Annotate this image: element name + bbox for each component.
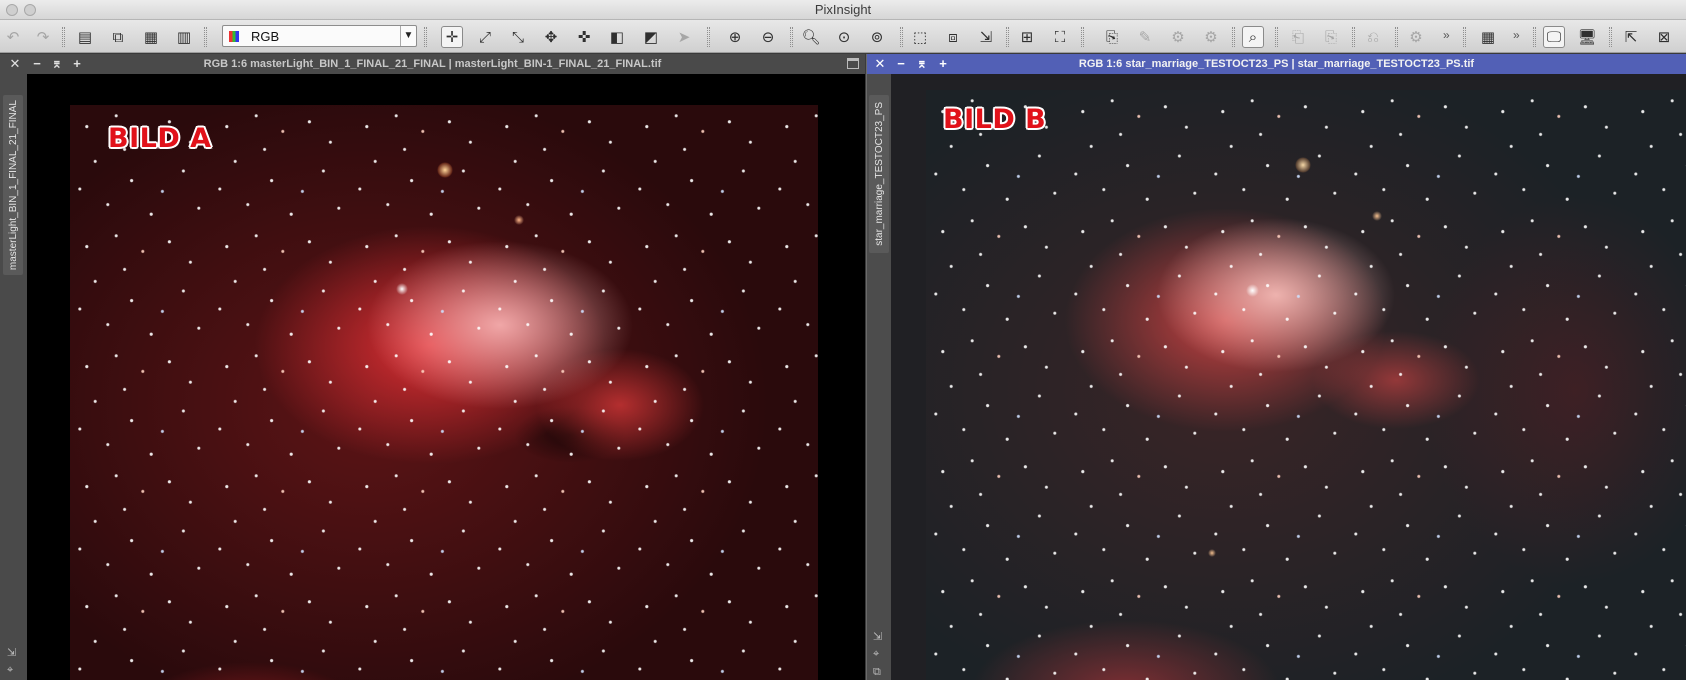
toolbar-separator (204, 27, 207, 47)
channel-select-value: RGB (251, 29, 280, 44)
image-label-a: BILD A (108, 123, 212, 154)
view-id-label: masterLight_BIN_1_FINAL_21_FINAL (7, 99, 19, 271)
bright-star (396, 283, 408, 295)
bright-star (1372, 211, 1382, 221)
bright-star (514, 215, 524, 225)
image-window-b[interactable]: ✕ − ⌆ + RGB 1:6 star_marriage_TESTOCT23_… (866, 54, 1686, 680)
view-id-tab[interactable]: masterLight_BIN_1_FINAL_21_FINAL (3, 95, 23, 275)
astro-image-b[interactable]: BILD B (926, 90, 1686, 680)
channel-select[interactable]: RGB ▼ (222, 25, 417, 47)
window-titlebar: PixInsight (0, 0, 1686, 20)
redo-icon[interactable]: ↷ (32, 26, 54, 48)
copy-icon[interactable]: ⧉ (873, 666, 881, 679)
color-channels-icon[interactable]: ▦ (140, 26, 162, 48)
resize-arrow-icon[interactable]: ⇲ (7, 646, 16, 659)
bright-star (1208, 549, 1216, 557)
image-window-b-sidebar: star_marriage_TESTOCT23_PS ⇲ ⌖ ⧉ (867, 74, 891, 680)
image-window-a[interactable]: ✕ − ⌆ + RGB 1:6 masterLight_BIN_1_FINAL_… (0, 54, 865, 680)
view-id-tab[interactable]: star_marriage_TESTOCT23_PS (869, 95, 889, 253)
image-label-b: BILD B (943, 104, 1047, 135)
image-window-a-header[interactable]: ✕ − ⌆ + RGB 1:6 masterLight_BIN_1_FINAL_… (0, 54, 865, 74)
undo-icon[interactable]: ↶ (2, 26, 24, 48)
cross-icon[interactable]: ⌖ (7, 664, 13, 677)
maximize-icon[interactable] (847, 58, 859, 69)
bright-star (1295, 157, 1311, 173)
toolbar-separator (62, 27, 65, 47)
bright-star (1246, 284, 1259, 297)
star-field (70, 105, 818, 680)
rgb-swatch-icon (229, 31, 239, 42)
image-window-a-title: RGB 1:6 masterLight_BIN_1_FINAL_21_FINAL… (203, 58, 662, 70)
image-window-b-title: RGB 1:6 star_marriage_TESTOCT23_PS | sta… (1078, 58, 1475, 70)
astro-image-a[interactable]: BILD A (70, 105, 818, 680)
app-title: PixInsight (814, 2, 872, 17)
image-window-a-sidebar: masterLight_BIN_1_FINAL_21_FINAL ⇲ ⌖ (0, 74, 27, 680)
color-split-icon[interactable]: ▥ (173, 26, 195, 48)
image-info-icon[interactable]: ▤ (74, 26, 96, 48)
image-window-b-header[interactable]: ✕ − ⌆ + RGB 1:6 star_marriage_TESTOCT23_… (867, 54, 1686, 74)
chevron-down-icon[interactable]: ▼ (400, 26, 416, 46)
cross-icon[interactable]: ⌖ (873, 648, 879, 661)
bright-star (437, 162, 453, 178)
view-id-label: star_marriage_TESTOCT23_PS (873, 102, 885, 246)
star-field (926, 90, 1686, 680)
new-window-icon[interactable]: ⧉ (107, 26, 129, 48)
resize-arrow-icon[interactable]: ⇲ (873, 630, 882, 643)
